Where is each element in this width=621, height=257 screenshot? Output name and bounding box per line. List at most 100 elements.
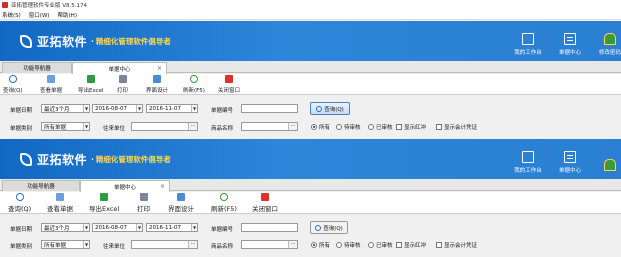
query-submit-button[interactable]: 查询(Q): [310, 102, 350, 115]
date-range-select[interactable]: 最近3个月 ▼: [41, 223, 90, 232]
my-workbench-button[interactable]: 我的工作台: [508, 144, 548, 174]
document-center-button[interactable]: 单据中心: [550, 144, 590, 174]
partner-label: 往来单位: [103, 126, 126, 132]
logo: 亚拓软件 · 精细化管理软件倡导者: [20, 151, 171, 168]
date-from-value: 2016-08-07: [95, 105, 127, 112]
partner-input[interactable]: ···: [131, 122, 198, 131]
status-all-radio[interactable]: 所有: [311, 241, 330, 249]
radio-icon: [368, 242, 374, 248]
document-center-button[interactable]: 单据中心: [550, 26, 590, 56]
doc-type-value: 所有单据: [44, 124, 67, 131]
menu-system[interactable]: 系统(S): [2, 11, 21, 19]
tab-function-navigator[interactable]: 功能导航器: [2, 62, 72, 73]
export-excel-label: 导出Excel: [89, 205, 120, 213]
ellipsis-button[interactable]: ···: [188, 123, 197, 130]
query-button[interactable]: 查询(Q): [3, 75, 23, 94]
show-voucher-checkbox[interactable]: 显示会计凭证: [436, 241, 477, 249]
document-icon: [564, 151, 576, 163]
print-label: 打印: [117, 88, 129, 94]
checkbox-icon: [396, 124, 402, 130]
close-window-label: 关闭窗口: [252, 205, 278, 213]
query-label: 查询(Q): [3, 88, 23, 94]
partner-input[interactable]: ···: [131, 240, 198, 249]
view-document-button[interactable]: 查看单据: [47, 193, 73, 213]
ellipsis-button[interactable]: ···: [188, 241, 197, 248]
date-label: 单据日期: [10, 227, 33, 233]
refresh-button[interactable]: 刷新(F5): [211, 193, 237, 213]
show-red-label: 显示红冲: [404, 243, 427, 249]
show-red-checkbox[interactable]: 显示红冲: [396, 123, 426, 131]
tab-label: 单据中心: [108, 66, 131, 73]
status-pending-radio[interactable]: 待审核: [336, 123, 361, 131]
printer-icon: [118, 75, 127, 83]
query-submit-button[interactable]: 查询(Q): [310, 221, 348, 234]
radio-selected-icon: [311, 242, 317, 248]
doc-type-select[interactable]: 所有单据 ▼: [41, 240, 90, 249]
product-input[interactable]: ···: [241, 122, 298, 131]
print-button[interactable]: 打印: [137, 193, 150, 213]
layout-icon: [153, 75, 161, 83]
chevron-down-icon[interactable]: ▼: [83, 105, 89, 112]
status-approved-radio[interactable]: 已审核: [368, 123, 393, 131]
date-range-select[interactable]: 最近3个月 ▼: [41, 104, 90, 113]
date-to-input[interactable]: 2016-11-07 ▼: [146, 223, 198, 232]
tab-label: 功能导航器: [23, 66, 51, 72]
my-workbench-button[interactable]: 我的工作台: [508, 26, 548, 56]
show-red-label: 显示红冲: [404, 125, 427, 131]
print-button[interactable]: 打印: [117, 75, 128, 94]
change-password-button[interactable]: [590, 144, 621, 174]
monitor-icon: [522, 151, 534, 163]
close-tab-icon[interactable]: ×: [157, 65, 162, 72]
status-approved-radio[interactable]: 已审核: [368, 241, 393, 249]
toolbar: 查询(Q) 查看单据 导出Excel 打印 界面设计 刷新(F5) 关闭窗口: [0, 74, 621, 95]
doc-type-select[interactable]: 所有单据 ▼: [41, 122, 90, 131]
export-excel-button[interactable]: 导出Excel: [89, 193, 119, 213]
chevron-down-icon[interactable]: ▼: [191, 105, 197, 112]
refresh-button[interactable]: 刷新(F5): [183, 75, 205, 94]
chevron-down-icon[interactable]: ▼: [191, 224, 197, 231]
change-password-button[interactable]: 修改密码: [590, 26, 621, 56]
ellipsis-button[interactable]: ···: [288, 241, 297, 248]
excel-icon: [100, 193, 109, 201]
date-to-input[interactable]: 2016-11-07 ▼: [146, 104, 198, 113]
show-voucher-checkbox[interactable]: 显示会计凭证: [436, 123, 477, 131]
query-submit-label: 查询(Q): [323, 225, 343, 232]
tab-document-center[interactable]: 单据中心 ×: [72, 62, 167, 74]
chevron-down-icon[interactable]: ▼: [83, 224, 89, 231]
printer-icon: [139, 193, 148, 201]
view-document-button[interactable]: 查看单据: [40, 75, 62, 94]
product-input[interactable]: ···: [241, 240, 298, 249]
query-button[interactable]: 查询(Q): [8, 193, 31, 213]
layout-design-button[interactable]: 界面设计: [168, 193, 194, 213]
status-all-radio[interactable]: 所有: [311, 123, 330, 131]
layout-design-button[interactable]: 界面设计: [146, 75, 168, 94]
export-excel-button[interactable]: 导出Excel: [78, 75, 104, 94]
close-window-button[interactable]: 关闭窗口: [218, 75, 240, 94]
tab-function-navigator[interactable]: 功能导航器: [2, 180, 80, 191]
radio-icon: [336, 242, 342, 248]
close-window-button[interactable]: 关闭窗口: [252, 193, 278, 213]
menu-help[interactable]: 帮助(H): [58, 11, 77, 19]
ellipsis-button[interactable]: ···: [288, 123, 297, 130]
doc-no-input[interactable]: [241, 223, 298, 232]
doc-no-input[interactable]: [241, 104, 298, 113]
status-pending-radio[interactable]: 待审核: [336, 241, 361, 249]
close-tab-icon[interactable]: ×: [160, 183, 165, 190]
chevron-down-icon[interactable]: ▼: [83, 123, 89, 130]
date-from-input[interactable]: 2016-08-07 ▼: [92, 223, 143, 232]
radio-icon: [336, 124, 342, 130]
status-approved-label: 已审核: [376, 243, 393, 249]
menu-window[interactable]: 窗口(W): [29, 11, 50, 19]
date-from-input[interactable]: 2016-08-07 ▼: [92, 104, 143, 113]
tab-document-center[interactable]: 单据中心 ×: [80, 180, 170, 192]
refresh-icon: [189, 75, 198, 83]
export-excel-label: 导出Excel: [78, 88, 104, 94]
lock-icon: [604, 33, 616, 45]
chevron-down-icon[interactable]: ▼: [136, 224, 142, 231]
layout-icon: [177, 193, 185, 201]
chevron-down-icon[interactable]: ▼: [136, 105, 142, 112]
chevron-down-icon[interactable]: ▼: [83, 241, 89, 248]
show-red-checkbox[interactable]: 显示红冲: [396, 241, 426, 249]
doc-type-value: 所有单据: [44, 242, 67, 249]
status-approved-label: 已审核: [376, 125, 393, 131]
